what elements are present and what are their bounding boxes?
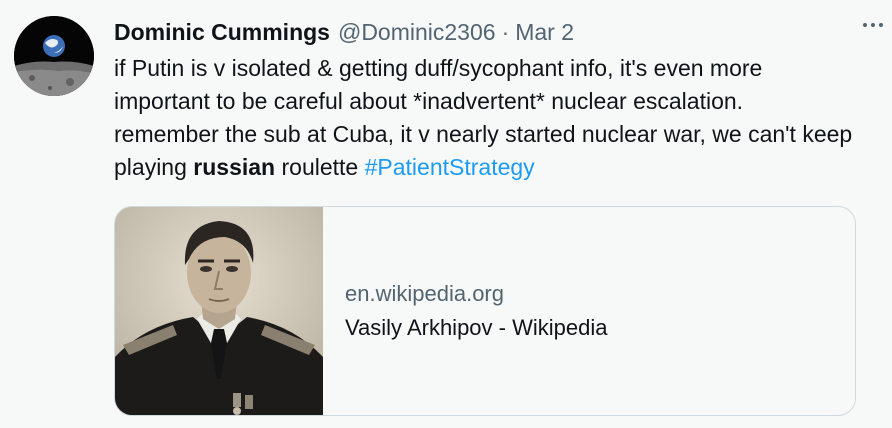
hashtag-link[interactable]: #PatientStrategy bbox=[365, 154, 535, 180]
author-handle[interactable]: @Dominic2306 bbox=[338, 12, 496, 52]
card-body: en.wikipedia.org Vasily Arkhipov - Wikip… bbox=[323, 207, 607, 415]
tweet-timestamp[interactable]: Mar 2 bbox=[515, 12, 574, 52]
tweet-text: if Putin is v isolated & getting duff/sy… bbox=[114, 52, 854, 184]
card-title: Vasily Arkhipov - Wikipedia bbox=[345, 315, 608, 340]
earthrise-avatar-image bbox=[14, 16, 94, 96]
tweet-text-part: roulette bbox=[275, 154, 365, 180]
tweet-header: Dominic Cummings @Dominic2306 · Mar 2 bbox=[114, 12, 870, 52]
link-card[interactable]: en.wikipedia.org Vasily Arkhipov - Wikip… bbox=[114, 206, 856, 416]
author-name[interactable]: Dominic Cummings bbox=[114, 12, 330, 52]
card-image bbox=[115, 207, 323, 415]
card-domain: en.wikipedia.org bbox=[345, 281, 504, 306]
dot bbox=[871, 23, 875, 27]
portrait-photo bbox=[115, 207, 323, 415]
avatar[interactable] bbox=[14, 16, 94, 96]
header-separator: · bbox=[501, 19, 510, 45]
tweet-content: Dominic Cummings @Dominic2306 · Mar 2 if… bbox=[114, 12, 870, 416]
tweet-text-bold: russian bbox=[193, 154, 276, 180]
dot bbox=[879, 23, 883, 27]
tweet[interactable]: Dominic Cummings @Dominic2306 · Mar 2 if… bbox=[0, 0, 892, 428]
dot bbox=[863, 23, 867, 27]
more-options-icon[interactable] bbox=[856, 16, 890, 34]
